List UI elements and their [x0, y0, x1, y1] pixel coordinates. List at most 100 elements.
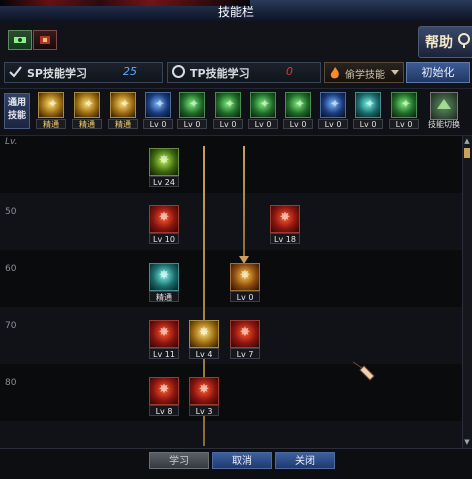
- dash-skill-icon[interactable]: ✦: [285, 92, 311, 118]
- sprint-skill-icon[interactable]: ✦: [391, 92, 417, 118]
- skill-glyph: ✦: [154, 97, 166, 112]
- level-band-label: 80: [5, 378, 17, 388]
- quick-slot[interactable]: ✦ Lv 0: [213, 92, 243, 129]
- tree-skill[interactable]: ✸ Lv 3: [189, 377, 219, 416]
- eagle-skill-icon[interactable]: ✦: [145, 92, 171, 118]
- slot-level-label: 精通: [36, 119, 66, 129]
- skill-glyph: ✸: [198, 325, 210, 340]
- slot-level-label: Lv 0: [248, 119, 278, 129]
- inferno-skill-icon[interactable]: ✸: [189, 377, 219, 405]
- skill-level-label: Lv 0: [230, 291, 260, 302]
- skill-glyph: ✦: [188, 97, 200, 112]
- chevron-down-icon: [391, 70, 399, 75]
- skill-glyph: ✸: [279, 210, 291, 225]
- scroll-down-icon[interactable]: ▼: [463, 438, 471, 446]
- warrior-skill-icon[interactable]: ✦: [38, 92, 64, 118]
- skill-glyph: ✦: [83, 97, 95, 112]
- target-skill-icon[interactable]: ✦: [215, 92, 241, 118]
- reset-button[interactable]: 初始化: [406, 62, 470, 83]
- prerequisite-arrow: [243, 146, 245, 258]
- level-band-label: 50: [5, 207, 17, 217]
- fire-fist-icon[interactable]: ✸: [149, 320, 179, 348]
- slot-level-label: Lv 0: [213, 119, 243, 129]
- golden-blast-icon[interactable]: ✸: [189, 320, 219, 348]
- level-band: 80: [0, 364, 462, 421]
- help-button[interactable]: 帮助: [418, 26, 472, 58]
- tree-skill[interactable]: ✸ Lv 24: [149, 148, 179, 187]
- skill-level-label: 精通: [149, 291, 179, 302]
- skill-glyph: ✦: [294, 97, 306, 112]
- skill-glyph: ✦: [259, 97, 271, 112]
- tree-skill[interactable]: ✸ Lv 4: [189, 320, 219, 359]
- skill-glyph: ✦: [329, 97, 341, 112]
- tp-label: TP技能学习: [190, 67, 250, 80]
- flame-warrior-icon[interactable]: ✦: [74, 92, 100, 118]
- crosshair-skill-icon[interactable]: ✦: [179, 92, 205, 118]
- claw-skill-icon[interactable]: ✸: [149, 263, 179, 291]
- learn-button[interactable]: 学习: [149, 452, 209, 469]
- skill-level-label: Lv 24: [149, 176, 179, 187]
- tp-value: 0: [286, 65, 293, 78]
- quick-slot[interactable]: ✦ 精通: [72, 92, 102, 129]
- skill-glyph: ✸: [158, 382, 170, 397]
- skill-glyph: ✦: [400, 97, 412, 112]
- skill-tab-icon[interactable]: [8, 30, 32, 50]
- quick-slot[interactable]: ✦ Lv 0: [389, 92, 419, 129]
- tree-skill[interactable]: ✸ Lv 8: [149, 377, 179, 416]
- skill-level-label: Lv 11: [149, 348, 179, 359]
- learn-skill-dropdown[interactable]: 偷学技能: [324, 62, 404, 83]
- tree-skill[interactable]: ✸ Lv 18: [270, 205, 300, 244]
- tree-scrollbar[interactable]: [462, 136, 472, 448]
- skill-swap-icon[interactable]: [430, 92, 458, 120]
- quick-slot[interactable]: ✦ 精通: [108, 92, 138, 129]
- slot-level-label: Lv 0: [177, 119, 207, 129]
- quick-slot[interactable]: ✦ Lv 0: [248, 92, 278, 129]
- skill-glyph: ✸: [158, 325, 170, 340]
- skill-glyph: ✸: [198, 382, 210, 397]
- skill-swap-label: 技能切换: [428, 120, 460, 129]
- blood-strike-icon[interactable]: ✸: [149, 205, 179, 233]
- sp-label: SP技能学习: [27, 67, 87, 80]
- orb-skill-icon[interactable]: ✦: [320, 92, 346, 118]
- tree-skill[interactable]: ✸ Lv 11: [149, 320, 179, 359]
- quick-slot[interactable]: ✦ 精通: [36, 92, 66, 129]
- quick-slot[interactable]: ✦ Lv 0: [318, 92, 348, 129]
- scroll-up-icon[interactable]: ▲: [463, 137, 471, 145]
- slot-level-label: Lv 0: [318, 119, 348, 129]
- close-button[interactable]: 关闭: [275, 452, 335, 469]
- quick-slot[interactable]: ✦ Lv 0: [283, 92, 313, 129]
- window-title: 技能栏: [217, 5, 254, 19]
- demon-skill-icon[interactable]: ✸: [149, 377, 179, 405]
- burst-skill-icon[interactable]: ✸: [230, 263, 260, 291]
- leap-skill-icon[interactable]: ✦: [110, 92, 136, 118]
- skill-glyph: ✸: [239, 268, 251, 283]
- armor-skill-icon[interactable]: ✦: [355, 92, 381, 118]
- awakening-skill-icon[interactable]: ✸: [149, 148, 179, 176]
- quick-slot[interactable]: ✦ Lv 0: [353, 92, 383, 129]
- skill-level-label: Lv 7: [230, 348, 260, 359]
- skill-glyph: ✸: [158, 153, 170, 168]
- sp-check-icon: [9, 66, 22, 78]
- level-band: [0, 136, 462, 193]
- tree-skill[interactable]: ✸ 精通: [149, 263, 179, 302]
- quick-slot[interactable]: ✦ Lv 0: [177, 92, 207, 129]
- tree-skill[interactable]: ✸ Lv 7: [230, 320, 260, 359]
- rage-skill-icon[interactable]: ✸: [270, 205, 300, 233]
- level-band-label: 60: [5, 264, 17, 274]
- scroll-thumb[interactable]: [464, 148, 470, 158]
- crimson-slash-icon[interactable]: ✸: [230, 320, 260, 348]
- tree-skill[interactable]: ✸ Lv 0: [230, 263, 260, 302]
- quick-slot[interactable]: ✦ Lv 0: [143, 92, 173, 129]
- cancel-button[interactable]: 取消: [212, 452, 272, 469]
- kick-skill-icon[interactable]: ✦: [250, 92, 276, 118]
- skill-glyph: ✦: [224, 97, 236, 112]
- item-tab-icon[interactable]: [33, 30, 57, 50]
- learn-skill-value: 偷学技能: [345, 70, 385, 81]
- sp-panel: SP技能学习 25: [4, 62, 163, 83]
- skill-level-label: Lv 4: [189, 348, 219, 359]
- skill-level-label: Lv 8: [149, 405, 179, 416]
- skill-glyph: ✦: [119, 97, 131, 112]
- tree-skill[interactable]: ✸ Lv 10: [149, 205, 179, 244]
- slot-level-label: 精通: [72, 119, 102, 129]
- tp-panel: TP技能学习 0: [167, 62, 321, 83]
